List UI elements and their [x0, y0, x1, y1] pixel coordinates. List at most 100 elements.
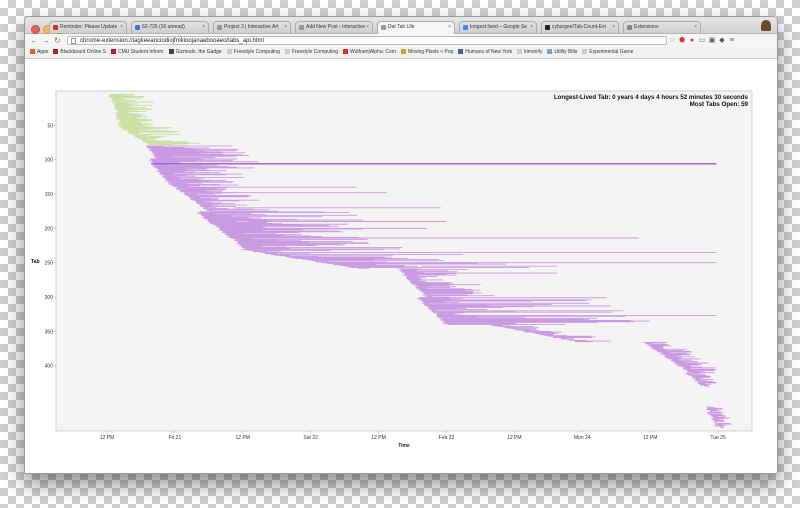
g-icon — [168, 49, 174, 55]
page-icon — [381, 25, 386, 30]
google-search-icon — [463, 25, 468, 30]
x-tick-label: Feb 23 — [439, 435, 455, 441]
x-tick-label: Mon 24 — [574, 435, 591, 441]
wolfram-icon — [343, 49, 348, 55]
browser-toolbar: ← → ↻ chrome-extension://iagkeeanciodioj… — [25, 34, 777, 47]
close-tab-icon[interactable]: × — [120, 22, 123, 33]
close-tab-icon[interactable]: × — [202, 22, 205, 33]
y-tick-label: 150 — [45, 192, 54, 198]
browser-tab[interactable]: cyburgee/Tab-Count-Ext × — [541, 21, 619, 33]
forward-arrow-icon[interactable]: → — [42, 35, 50, 46]
tab-title: Reminder: Please Update — [60, 24, 118, 30]
bookmark-item[interactable]: Freestyle Computing — [226, 47, 280, 58]
close-tab-icon[interactable]: × — [694, 22, 697, 33]
puzzle-icon — [627, 25, 632, 30]
y-tick-label: 50 — [47, 123, 53, 129]
bookmark-label: kimonify — [524, 49, 543, 55]
abp-icon[interactable]: ● — [687, 35, 697, 46]
close-tab-icon[interactable]: × — [612, 22, 615, 33]
close-tab-icon[interactable]: × — [284, 22, 287, 33]
cmu-icon — [111, 49, 116, 55]
adblock-icon[interactable]: ⬢ — [677, 35, 687, 46]
apps-grid-icon — [30, 49, 35, 55]
bookmark-item[interactable]: Experimental Game — [582, 47, 633, 58]
tab-title: cyburgee/Tab-Count-Ext — [552, 24, 606, 30]
bookmark-item[interactable]: Moving Pixels < Pop — [400, 47, 453, 58]
hony-icon — [458, 49, 464, 55]
browser-tab[interactable]: Project 3 | Interactive Art × — [213, 21, 291, 33]
x-tick-label: 12 PM — [100, 435, 114, 441]
y-tick-label: 250 — [45, 261, 54, 267]
y-tick-label: 100 — [45, 158, 54, 164]
y-tick-label: 200 — [45, 226, 54, 232]
tab-title: Dat Tab Life — [388, 24, 415, 30]
tab-count-extension-icon[interactable]: ◆ — [717, 35, 727, 46]
bookmark-item[interactable]: Wolfram|Alpha: Com — [343, 47, 396, 58]
page-icon — [217, 25, 222, 30]
bookmark-label: Utility Bills — [554, 49, 578, 55]
bookmark-item[interactable]: Apps — [30, 47, 48, 58]
cast-icon[interactable]: ▭ — [697, 35, 707, 46]
bookmark-label: Gizmodo, the Gadge — [175, 49, 222, 55]
extension-page: 50 100 150 200 250 300 350 400 12 PM Fri 21 12 PM S… — [25, 59, 777, 473]
folder-icon — [547, 49, 553, 55]
tab-title: Extensions — [634, 24, 659, 30]
bookmark-label: Experimental Game — [589, 49, 634, 55]
y-tick-label: 400 — [45, 364, 54, 370]
bookmark-icon — [53, 49, 59, 55]
github-icon — [545, 25, 550, 30]
x-tick-label: 12 PM — [643, 435, 657, 441]
browser-window: Reminder: Please Update × 62-726 (16 unrea… — [24, 16, 778, 474]
reload-icon[interactable]: ↻ — [54, 35, 61, 46]
bookmark-item[interactable]: kimonify — [517, 47, 542, 58]
x-axis-label: Time — [398, 443, 410, 449]
page-icon — [582, 49, 588, 55]
bookmark-label: Blackboard Online S — [60, 49, 106, 55]
browser-tab[interactable]: longest lived – Google Se × — [459, 21, 537, 33]
bookmark-label: Humans of New York — [465, 49, 513, 55]
close-tab-icon[interactable]: × — [530, 22, 533, 33]
address-bar-url: chrome-extension://iagkeeanciodiojfmkioo… — [80, 38, 264, 44]
tab-title: 62-726 (16 unread) — [142, 24, 185, 30]
y-axis-label: Tab — [31, 259, 40, 265]
bookmark-label: Freestyle Computing — [233, 49, 280, 55]
address-bar[interactable]: chrome-extension://iagkeeanciodiojfmkioo… — [67, 36, 667, 45]
page-icon — [517, 49, 523, 55]
bookmark-item[interactable]: Blackboard Online S — [53, 47, 106, 58]
toolbar-icons: ☆ ⬢ ● ▭ ▣ ◆ ≡ — [667, 35, 737, 46]
pixels-icon — [400, 49, 406, 55]
bookmark-item[interactable]: Utility Bills — [547, 47, 577, 58]
close-tab-icon[interactable]: × — [448, 22, 451, 33]
extension-icon[interactable]: ▣ — [707, 35, 717, 46]
x-tick-label: 12 PM — [507, 435, 521, 441]
browser-tab[interactable]: Reminder: Please Update × — [49, 21, 127, 33]
bookmark-item[interactable]: Freestyle Computing — [284, 47, 338, 58]
bookmark-label: Freestyle Computing — [291, 49, 338, 55]
browser-tab[interactable]: 62-726 (16 unread) × — [131, 21, 209, 33]
bookmark-item[interactable]: Gizmodo, the Gadge — [168, 47, 222, 58]
tab-lifetime-chart: 50 100 150 200 250 300 350 400 12 PM Fri 21 12 PM S… — [31, 90, 753, 449]
x-tick-label: Fri 21 — [168, 435, 181, 441]
y-tick-label: 300 — [45, 295, 54, 301]
browser-tab[interactable]: Dat Tab Life × — [377, 21, 455, 34]
y-tick-label: 350 — [45, 329, 54, 335]
browser-tab[interactable]: Extensions × — [623, 21, 701, 33]
page-icon — [299, 25, 304, 30]
profile-avatar-icon[interactable] — [761, 20, 771, 31]
back-arrow-icon[interactable]: ← — [30, 35, 38, 46]
tab-title: longest lived – Google Se — [470, 24, 527, 30]
close-tab-icon[interactable]: × — [366, 22, 369, 33]
page-icon — [284, 49, 290, 55]
tab-title: Add New Post ‹ Interactive — [306, 24, 366, 30]
bookmark-item[interactable]: Humans of New York — [458, 47, 512, 58]
bookmark-star-icon[interactable]: ☆ — [667, 35, 677, 46]
x-tick-label: Sat 22 — [303, 435, 318, 441]
close-window-icon[interactable] — [31, 25, 40, 34]
bookmark-item[interactable]: CMU Student Inform — [111, 47, 164, 58]
x-tick-label: 12 PM — [371, 435, 385, 441]
menu-icon[interactable]: ≡ — [727, 35, 737, 46]
page-icon — [71, 38, 76, 44]
bookmark-label: Apps — [37, 49, 49, 55]
browser-tab[interactable]: Add New Post ‹ Interactive × — [295, 21, 373, 33]
gmail-envelope-icon — [53, 25, 58, 30]
